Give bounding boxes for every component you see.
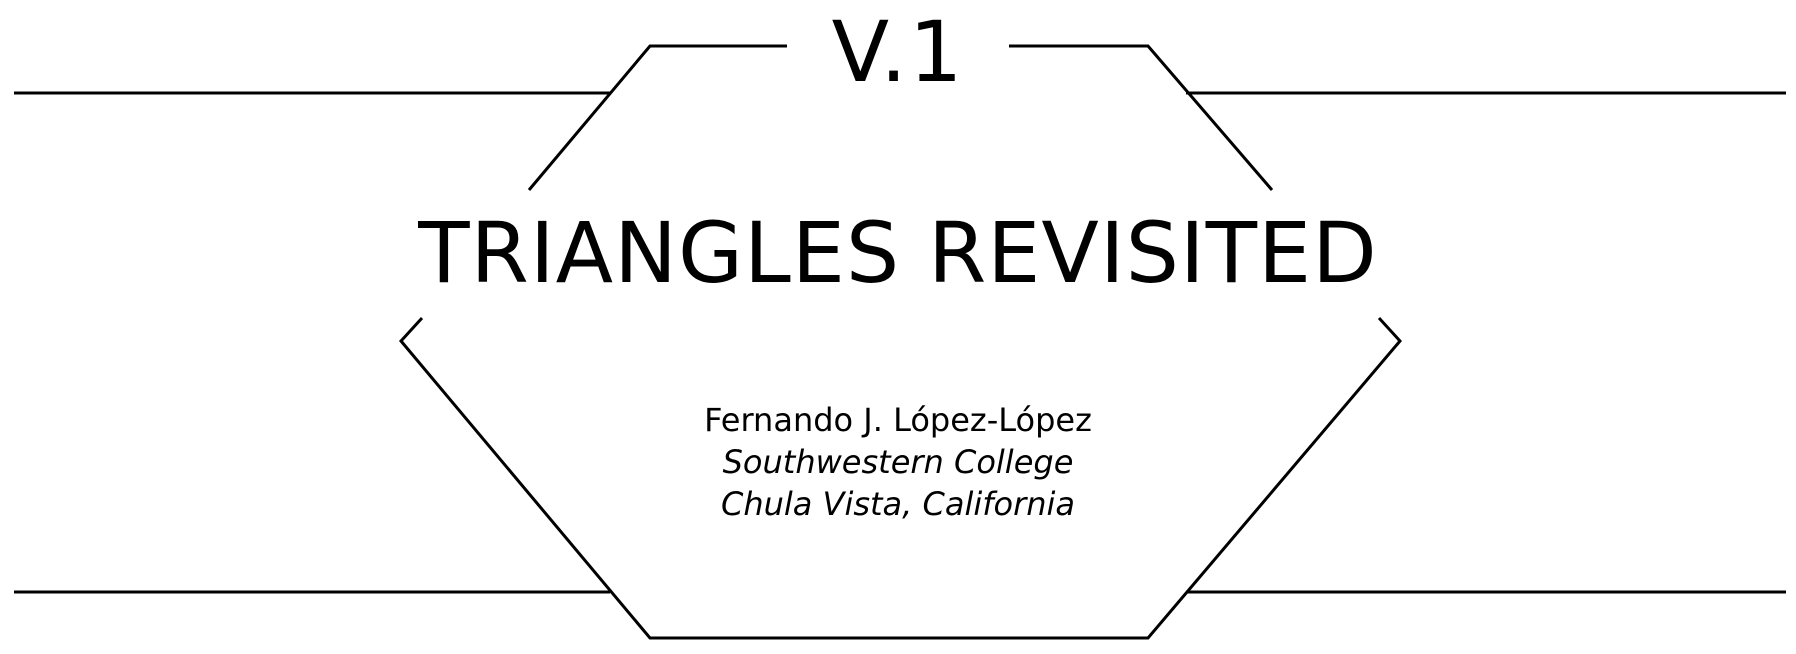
author-location: Chula Vista, California — [720, 485, 1076, 523]
author-institution: Southwestern College — [722, 443, 1074, 481]
hexagon-top-right — [988, 44, 1274, 191]
chapter-title: TRIANGLES REVISITED — [380, 203, 1416, 303]
hexagon-top-left — [527, 44, 808, 191]
section-number: V.1 — [787, 2, 1009, 102]
author-name: Fernando J. López-López — [704, 401, 1092, 439]
author-byline: Fernando J. López-López Southwestern Col… — [498, 399, 1298, 525]
